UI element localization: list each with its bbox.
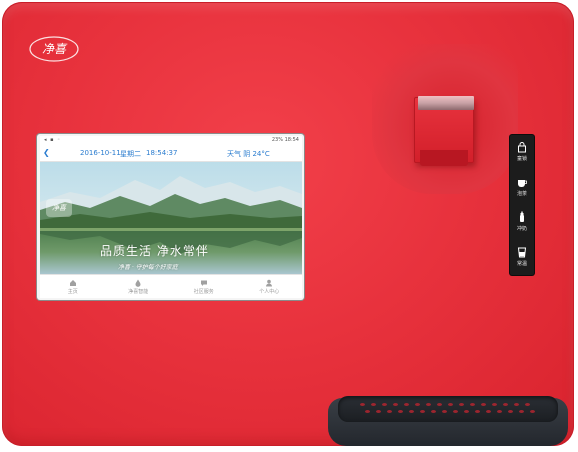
date-text: 2016-10-11 (80, 149, 121, 157)
grate-hole (448, 403, 453, 406)
grate-hole (503, 403, 508, 406)
nav-home-label: 主页 (67, 289, 78, 295)
grate-hole (426, 403, 431, 406)
brand-logo: 净喜 (29, 36, 79, 62)
banner-logo: 净喜 (46, 199, 72, 217)
nav-community[interactable]: 社区服务 (171, 275, 237, 298)
lock-icon (518, 142, 526, 153)
grate-hole (475, 410, 480, 413)
nav-smart-label: 净喜智能 (128, 289, 149, 295)
grate-hole (530, 410, 535, 413)
person-icon (266, 279, 273, 287)
brand-logo-text: 净喜 (42, 42, 68, 56)
grate-hole (514, 403, 519, 406)
grate-hole (409, 410, 414, 413)
nav-profile-label: 个人中心 (259, 289, 280, 295)
bottom-navigation: 主页 净喜智能 社区服务 个人中心 (40, 274, 302, 298)
grate-hole (393, 403, 398, 406)
grate-hole (486, 410, 491, 413)
room-temp-label: 常温 (516, 261, 527, 267)
grate-hole (360, 403, 365, 406)
weekday-text: 星期二 (120, 150, 141, 158)
grate-hole (508, 410, 513, 413)
time-text: 18:54:37 (146, 149, 178, 157)
tea-button[interactable]: 泡茶 (510, 172, 534, 204)
baby-milk-label: 冲奶 (516, 226, 527, 232)
baby-milk-button[interactable]: 冲奶 (510, 207, 534, 239)
grate-hole (442, 410, 447, 413)
grate-hole (437, 403, 442, 406)
status-icons-left: ◂ ▪ ◦ (44, 137, 62, 143)
grate-hole (387, 410, 392, 413)
drip-tray-grate (338, 396, 558, 422)
grate-hole (470, 403, 475, 406)
banner-subtitle: 净喜 · 守护每个好家庭 (118, 264, 178, 271)
room-temp-button[interactable]: 常温 (510, 242, 534, 274)
grate-hole (492, 403, 497, 406)
grate-hole (431, 410, 436, 413)
child-lock-label: 童锁 (516, 156, 527, 162)
nav-smart[interactable]: 净喜智能 (106, 275, 172, 298)
grate-hole (376, 410, 381, 413)
water-glass-icon (517, 247, 527, 258)
grate-hole (481, 403, 486, 406)
grate-hole (464, 410, 469, 413)
tea-label: 泡茶 (516, 191, 527, 197)
grate-hole (420, 410, 425, 413)
grate-hole (371, 403, 376, 406)
touch-control-panel: 童锁 泡茶 冲奶 常温 (510, 135, 534, 275)
grate-hole (519, 410, 524, 413)
title-bar: ❮ 2016-10-11 星期二 18:54:37 天气 阴 24°C (40, 145, 302, 162)
grate-hole (459, 403, 464, 406)
water-drop-icon (135, 279, 141, 287)
nav-profile[interactable]: 个人中心 (237, 275, 303, 298)
grate-hole (404, 403, 409, 406)
status-bar: ◂ ▪ ◦ 23% 18:54 (40, 136, 302, 145)
banner-slogan: 品质生活 净水常伴 (100, 244, 209, 258)
grate-hole (453, 410, 458, 413)
grate-hole (398, 410, 403, 413)
nav-home[interactable]: 主页 (40, 275, 106, 298)
home-icon (69, 280, 76, 286)
water-tap-top (418, 96, 474, 110)
tea-cup-icon (518, 180, 527, 187)
child-lock-button[interactable]: 童锁 (510, 137, 534, 169)
banner[interactable]: 净喜 品质生活 净水常伴 净喜 · 守护每个好家庭 (40, 162, 302, 274)
nav-community-label: 社区服务 (193, 289, 214, 295)
back-arrow-icon[interactable]: ❮ (43, 148, 50, 157)
grate-hole (497, 410, 502, 413)
status-battery-time: 23% 18:54 (271, 137, 299, 143)
chat-icon (200, 280, 207, 286)
grate-hole (525, 403, 530, 406)
baby-bottle-icon (520, 211, 524, 222)
grate-hole (365, 410, 370, 413)
touch-screen: ◂ ▪ ◦ 23% 18:54 ❮ 2016-10-11 星期二 18:54:3… (40, 136, 302, 298)
grate-hole (382, 403, 387, 406)
weather-text: 天气 阴 24°C (227, 150, 270, 158)
grate-hole (415, 403, 420, 406)
water-tap-nozzle (420, 150, 468, 166)
